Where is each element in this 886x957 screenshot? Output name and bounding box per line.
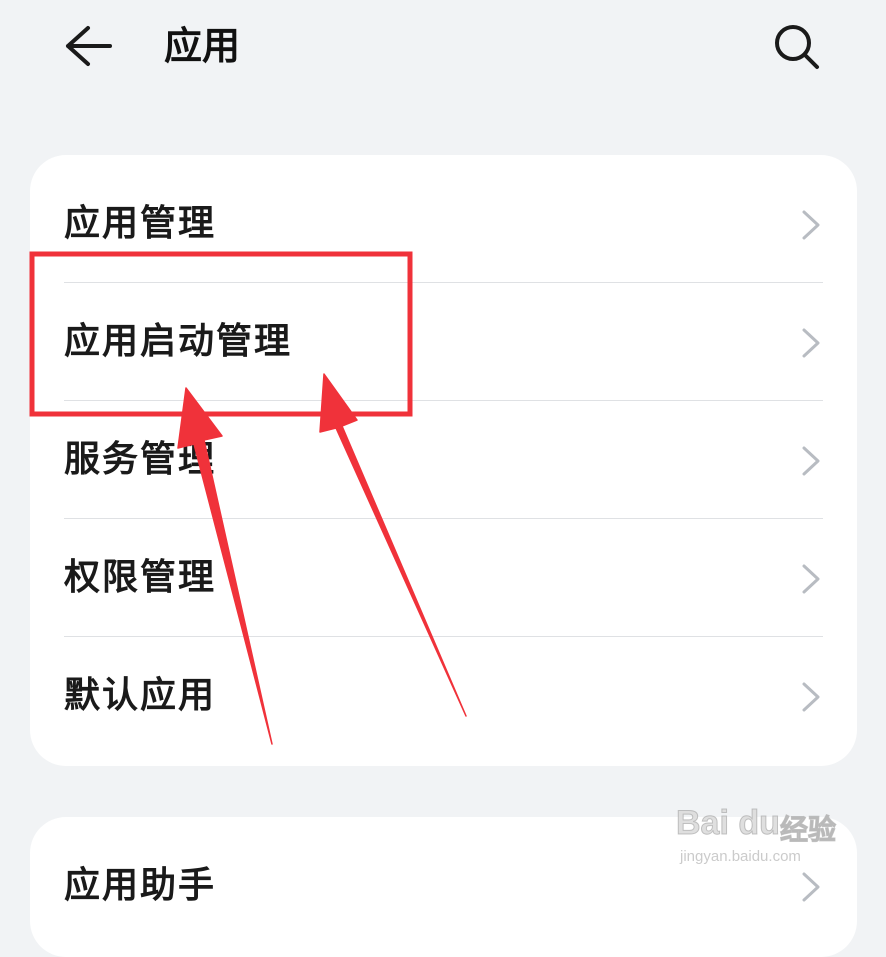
chevron-right-icon [802,682,820,712]
search-button[interactable] [768,18,826,76]
arrow-left-icon [66,26,112,66]
chevron-right-icon [802,210,820,240]
chevron-right-icon [802,446,820,476]
row-permission-management[interactable]: 权限管理 [30,519,857,637]
app-bar: 应用 [0,0,886,100]
page-title: 应用 [164,24,241,68]
row-default-apps[interactable]: 默认应用 [30,637,857,755]
row-app-launch-management[interactable]: 应用启动管理 [30,283,857,401]
row-label: 默认应用 [64,675,217,716]
row-label: 应用助手 [64,865,217,906]
row-label: 权限管理 [64,557,217,598]
settings-card-assistant: 应用助手 [30,817,857,957]
back-button[interactable] [58,20,118,72]
row-label: 服务管理 [64,439,217,480]
chevron-right-icon [802,872,820,902]
chevron-right-icon [802,328,820,358]
row-app-management[interactable]: 应用管理 [30,165,857,283]
search-icon [775,25,819,69]
row-label: 应用管理 [64,203,217,244]
row-service-management[interactable]: 服务管理 [30,401,857,519]
row-app-assistant[interactable]: 应用助手 [30,827,857,945]
chevron-right-icon [802,564,820,594]
row-label: 应用启动管理 [64,321,293,362]
settings-card-apps: 应用管理 应用启动管理 服务管理 权限管理 默认应用 [30,155,857,766]
